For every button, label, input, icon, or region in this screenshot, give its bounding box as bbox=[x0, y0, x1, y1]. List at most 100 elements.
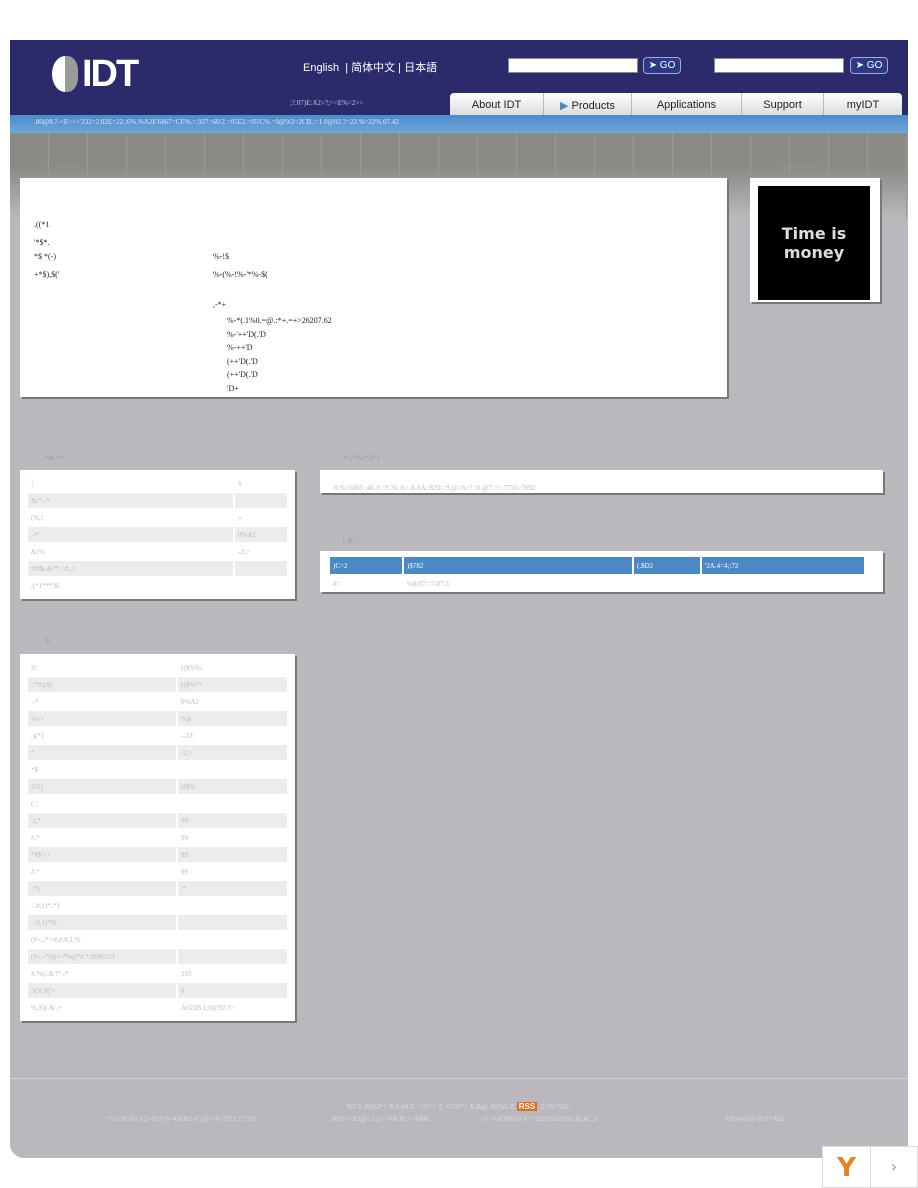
list-item: %-'++'D(.'D bbox=[227, 329, 266, 339]
row-label: .-* bbox=[28, 527, 233, 542]
footer-link[interactable]: &@.A6%C.E bbox=[476, 1103, 516, 1111]
chevron-right-icon[interactable]: › bbox=[871, 1147, 917, 1187]
row-value: %)( bbox=[178, 711, 287, 726]
row-label: (#+,-*'+#,#,#,1,% bbox=[31, 935, 81, 944]
row-value bbox=[178, 898, 287, 913]
row-value: 393 bbox=[181, 969, 192, 978]
search-input-1[interactable] bbox=[508, 58, 638, 73]
table-row: (#+,-*0)(+-*%((*# *.8696721, bbox=[28, 949, 287, 964]
idt-logo[interactable]: IDT bbox=[52, 53, 152, 95]
row-label: #,* bbox=[31, 867, 40, 876]
table-row: * -2;> bbox=[28, 745, 287, 760]
row-label: -*1 bbox=[28, 881, 176, 896]
summary-title: .((*1 bbox=[34, 220, 50, 229]
cell bbox=[634, 576, 700, 591]
table-row: &!*.-* bbox=[28, 493, 287, 508]
row-value: # bbox=[178, 983, 287, 998]
col-header[interactable]: )C=2 bbox=[330, 557, 402, 574]
row-label: (-', bbox=[31, 799, 39, 808]
yii-logo-icon[interactable]: Y bbox=[823, 1147, 871, 1187]
row-value: A623B.1;0@92.?> bbox=[181, 1003, 235, 1012]
table-row: (-', bbox=[28, 796, 287, 811]
footer-text: <;C=6459F/32:4=.?212A602156,;&;4C:3 bbox=[480, 1115, 597, 1123]
lang-japanese[interactable]: 日本語 bbox=[404, 62, 437, 74]
section3-box: #:%=6065 ;46.3;=9.76;;6>.A.6A./823=;9;@=… bbox=[320, 470, 883, 493]
nav-about[interactable]: About IDT bbox=[450, 93, 544, 115]
table-row: S('#,#('+ # bbox=[28, 983, 287, 998]
footer-divider bbox=[10, 1078, 908, 1079]
row-label: S!1) bbox=[28, 779, 176, 794]
row-value: 99 bbox=[181, 833, 188, 842]
specs-table: S! (($%%- =*#),#(' (($%** .-* 0%A2 %++ %)(,)(*1… bbox=[26, 658, 289, 1017]
table-row: (#+,-*'+#,#,#,1,% bbox=[28, 932, 287, 947]
col-header[interactable]: )$782 bbox=[404, 557, 632, 574]
table2-box: S! (($%%- =*#),#(' (($%** .-* 0%A2 %++ %)(,)(*1… bbox=[20, 654, 295, 1021]
main-nav: About IDT ▶ Products Applications Suppor… bbox=[450, 93, 902, 115]
footer-link[interactable]: .=22=> bbox=[416, 1103, 438, 1111]
table-row: -*1/* bbox=[28, 881, 287, 896]
nav-applications[interactable]: Applications bbox=[632, 93, 742, 115]
search-input-2[interactable] bbox=[714, 58, 844, 73]
row-value: 99 bbox=[178, 847, 287, 862]
row-value: # bbox=[238, 479, 242, 488]
table-row: .-* 0%A2 bbox=[28, 694, 287, 709]
row-value: 99 bbox=[181, 867, 188, 876]
promo-box[interactable]: Time is money bbox=[750, 178, 880, 302]
row-value bbox=[178, 932, 287, 947]
row-label: * bbox=[28, 745, 176, 760]
row-label: #,* bbox=[31, 833, 40, 842]
table2-heading: S! bbox=[45, 637, 52, 645]
section3-heading: #=;*#-(*',(*1 bbox=[343, 454, 380, 462]
row-value bbox=[235, 561, 287, 576]
row-label: ,(*1***'&', bbox=[31, 581, 63, 590]
band-right-text: ;@9.C8>8672 bbox=[780, 163, 820, 171]
nav-myidt[interactable]: myIDT bbox=[824, 93, 902, 115]
go-button-2[interactable]: ➤ GO bbox=[850, 57, 888, 74]
summary-value: %-(%-!%-'*%-$( bbox=[213, 270, 268, 279]
band-left-text: 9/2 %=1.0?? bbox=[44, 163, 80, 171]
summary-label: +*$),$(' bbox=[34, 270, 60, 279]
table-row: '1,* 99 bbox=[28, 813, 287, 828]
footer-link[interactable]: d6%2*< bbox=[364, 1103, 390, 1111]
col-header[interactable]: '2A.4=4;:72 bbox=[702, 557, 864, 574]
row-value bbox=[235, 493, 287, 508]
list-item: 'D+ bbox=[227, 383, 239, 393]
section4-box: )C=2)$782 (.$D2'2A.4=4;:72 #= %8;07=;7.07.… bbox=[320, 551, 883, 592]
table1-heading: *&.*+ bbox=[45, 454, 64, 462]
row-value bbox=[178, 762, 287, 777]
table-row: %++ %)( bbox=[28, 711, 287, 726]
footer-link[interactable]: 0.4A bbox=[395, 1103, 410, 1111]
row-label: =*#),#(' bbox=[28, 677, 176, 692]
footer-link[interactable]: 9/2 bbox=[347, 1103, 358, 1111]
cell[interactable]: %8;07=;7.07.3; bbox=[404, 576, 632, 591]
footer-text: .602<7/A2@>2.;1<=6A.0C<:A60C bbox=[330, 1115, 431, 1123]
col-header[interactable]: (.$D2 bbox=[634, 557, 700, 574]
row-label: (#+,-*0)(+-*%((*# *.8696721 bbox=[28, 949, 176, 964]
table-row: -',#,1)*-*1 bbox=[28, 898, 287, 913]
lang-chinese[interactable]: 简体中文 bbox=[351, 62, 395, 74]
row-label: -',#,1)*-*1 bbox=[31, 901, 61, 910]
nav-products[interactable]: ▶ Products bbox=[544, 93, 632, 115]
summary-label: *$ *(-) bbox=[34, 252, 56, 261]
row-value: 0%A2 bbox=[235, 527, 287, 542]
footer-link[interactable]: .5.76>?56> bbox=[539, 1103, 571, 1111]
table-row: ,)(*1 --22: bbox=[28, 728, 287, 743]
row-label: -',#,1)*% bbox=[28, 915, 176, 930]
table-row: .-* 0%A2 bbox=[28, 527, 287, 542]
footer-link[interactable]: <7.07*> bbox=[445, 1103, 470, 1111]
table-row: #,* 99 bbox=[28, 830, 287, 845]
row-label: *#$'++ bbox=[28, 847, 176, 862]
table1-box: ! # &!*.-* (%,! + .-* 0%A2 &!% -2;> #'#&-&**-',#,… bbox=[20, 470, 295, 599]
footer-text: *<2:3?56>3:2<6?2>6<4.6362>C;@=.4=22?2.??… bbox=[108, 1115, 256, 1123]
row-label: ! bbox=[31, 479, 34, 488]
row-value: (($%%- bbox=[181, 663, 204, 672]
lang-english[interactable]: English bbox=[303, 62, 339, 74]
nav-support[interactable]: Support bbox=[742, 93, 824, 115]
rss-icon[interactable]: RSS bbox=[516, 1102, 538, 1111]
table-row: #,* 99 bbox=[28, 864, 287, 879]
list-item: %-*(.1%0.=@.:*+.=+>26207.62 bbox=[227, 316, 332, 325]
go-button-1[interactable]: ➤ GO bbox=[643, 57, 681, 74]
triangle-icon: ▶ bbox=[560, 100, 569, 112]
attributes-table: ! # &!*.-* (%,! + .-* 0%A2 &!% -2;> #'#&-&**-',#,… bbox=[26, 474, 289, 595]
table-row: #'#&-&**-',#,,1 bbox=[28, 561, 287, 576]
